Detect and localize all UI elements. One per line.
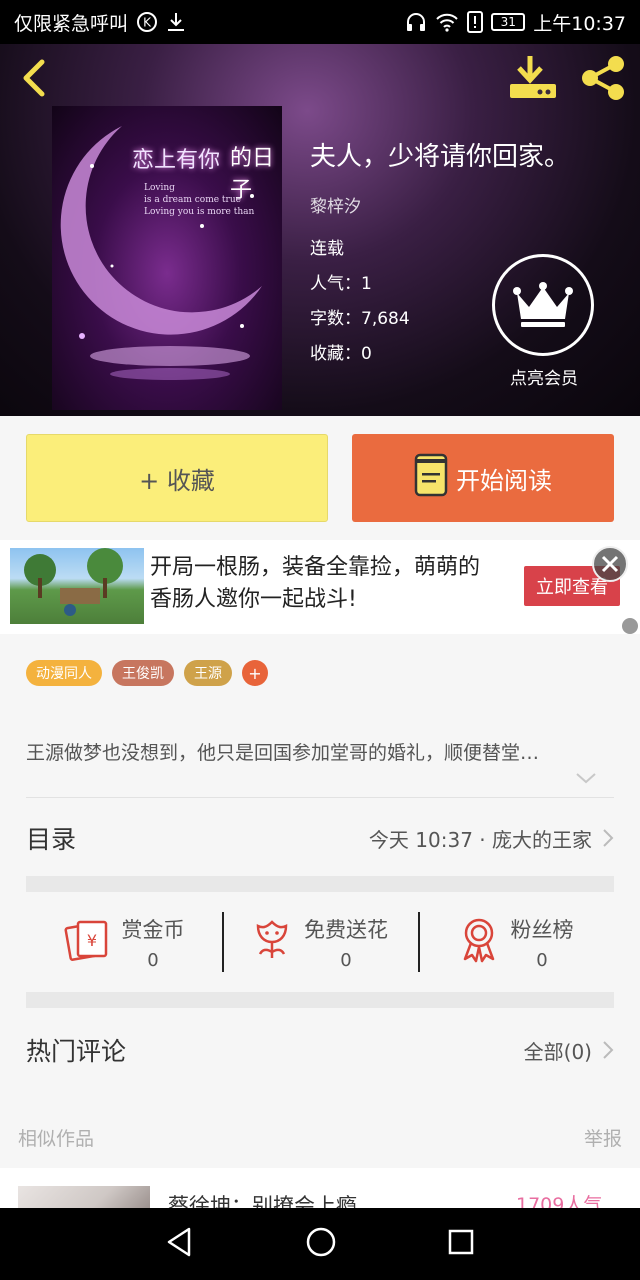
- chevron-right-icon: [603, 1041, 614, 1059]
- book-hero: 恋上有你 的日子 Loving is a dream come true Lov…: [0, 44, 640, 416]
- svg-text:¥: ¥: [86, 931, 96, 950]
- stat-value: 0: [340, 949, 352, 971]
- headset-icon: [405, 12, 427, 32]
- sim-alert-icon: [467, 11, 484, 33]
- chevron-down-icon[interactable]: [574, 770, 598, 786]
- comments-all: 全部(0): [523, 1039, 592, 1064]
- catalog-title: 目录: [26, 825, 77, 854]
- book-word-count: 字数：7,684: [310, 309, 410, 329]
- ad-badge-icon: [622, 618, 638, 634]
- download-button[interactable]: [506, 54, 560, 100]
- medal-icon: [459, 917, 499, 967]
- tag-item[interactable]: 王源: [184, 660, 232, 686]
- report-button[interactable]: 举报: [584, 1124, 622, 1151]
- tag-list: 动漫同人 王俊凯 王源 +: [26, 660, 268, 686]
- collect-button[interactable]: + 收藏: [26, 434, 328, 522]
- vip-button[interactable]: 点亮会员: [492, 254, 596, 389]
- stats-row: ¥ 赏金币 0 免费送花 0 粉丝榜 0: [26, 892, 614, 992]
- start-reading-button[interactable]: 开始阅读: [352, 434, 614, 522]
- recents-square-icon[interactable]: [447, 1228, 475, 1260]
- flower-icon: [252, 918, 292, 966]
- tag-item[interactable]: 动漫同人: [26, 660, 102, 686]
- catalog-latest: 今天 10:37 · 庞大的王家: [368, 827, 592, 852]
- stat-label: 赏金币: [121, 917, 185, 942]
- vip-label: 点亮会员: [510, 369, 578, 389]
- battery-icon: 31: [491, 13, 526, 31]
- book-favorites: 收藏：0: [310, 344, 372, 364]
- system-nav-bar: [0, 1208, 640, 1280]
- back-button[interactable]: [14, 56, 54, 100]
- catalog-row[interactable]: 目录 今天 10:37 · 庞大的王家: [26, 800, 614, 876]
- status-text: 仅限紧急呼叫: [14, 12, 129, 35]
- ad-image: [10, 548, 144, 624]
- book-cover[interactable]: 恋上有你 的日子 Loving is a dream come true Lov…: [52, 106, 282, 410]
- reward-coins-button[interactable]: ¥ 赏金币 0: [26, 892, 222, 992]
- ad-text: 开局一根肠，装备全靠捡，萌萌的香肠人邀你一起战斗!: [150, 555, 481, 612]
- similar-book-cover: [18, 1186, 150, 1208]
- stat-value: 0: [147, 949, 159, 971]
- similar-title: 相似作品: [18, 1127, 95, 1150]
- wifi-icon: [435, 12, 459, 32]
- ad-close-button[interactable]: [592, 546, 628, 582]
- k-icon: K: [136, 11, 158, 33]
- stat-label: 免费送花: [304, 917, 388, 942]
- action-bar: + 收藏 开始阅读: [0, 416, 640, 538]
- similar-book-popularity: 1709人气: [516, 1194, 603, 1208]
- home-circle-icon[interactable]: [305, 1226, 337, 1262]
- add-tag-button[interactable]: +: [242, 660, 268, 686]
- fans-ranking-button[interactable]: 粉丝榜 0: [418, 892, 614, 992]
- book-status: 连载: [310, 239, 344, 259]
- start-reading-label: 开始阅读: [456, 466, 552, 495]
- status-time: 上午10:37: [533, 12, 626, 35]
- chevron-right-icon: [603, 829, 614, 847]
- crown-icon: [492, 254, 594, 356]
- stat-label: 粉丝榜: [510, 917, 574, 942]
- status-bar: 仅限紧急呼叫 K 31 上午10:37: [0, 0, 640, 44]
- book-intro[interactable]: 王源做梦也没想到，他只是回国参加堂哥的婚礼，顺便替堂…: [26, 738, 606, 765]
- book-author[interactable]: 黎梓汐: [310, 192, 361, 217]
- divider: [26, 797, 614, 798]
- cover-tagline: Loving is a dream come true Loving you i…: [144, 183, 255, 217]
- comments-row[interactable]: 热门评论 全部(0): [26, 1010, 614, 1090]
- book-icon: [414, 453, 448, 503]
- cover-title: 恋上有你: [132, 148, 221, 173]
- download-icon: [166, 11, 186, 33]
- ad-banner[interactable]: 开局一根肠，装备全靠捡，萌萌的香肠人邀你一起战斗! 立即查看: [0, 540, 640, 634]
- similar-book-item[interactable]: 蔡徐坤：别撩会上瘾 1709人气: [0, 1168, 640, 1208]
- svg-text:K: K: [143, 16, 152, 30]
- share-button[interactable]: [578, 52, 630, 104]
- section-separator: [26, 876, 614, 892]
- comments-title: 热门评论: [26, 1037, 127, 1066]
- tag-item[interactable]: 王俊凯: [112, 660, 174, 686]
- book-popularity: 人气：1: [310, 274, 372, 294]
- similar-book-title: 蔡徐坤：别撩会上瘾: [168, 1194, 357, 1208]
- back-triangle-icon[interactable]: [165, 1226, 195, 1262]
- section-separator: [26, 992, 614, 1008]
- book-title: 夫人，少将请你回家。: [310, 142, 571, 172]
- coin-envelope-icon: ¥: [63, 918, 110, 966]
- send-flower-button[interactable]: 免费送花 0: [222, 892, 418, 992]
- stat-value: 0: [536, 949, 548, 971]
- similar-header: 相似作品 举报: [0, 1108, 640, 1166]
